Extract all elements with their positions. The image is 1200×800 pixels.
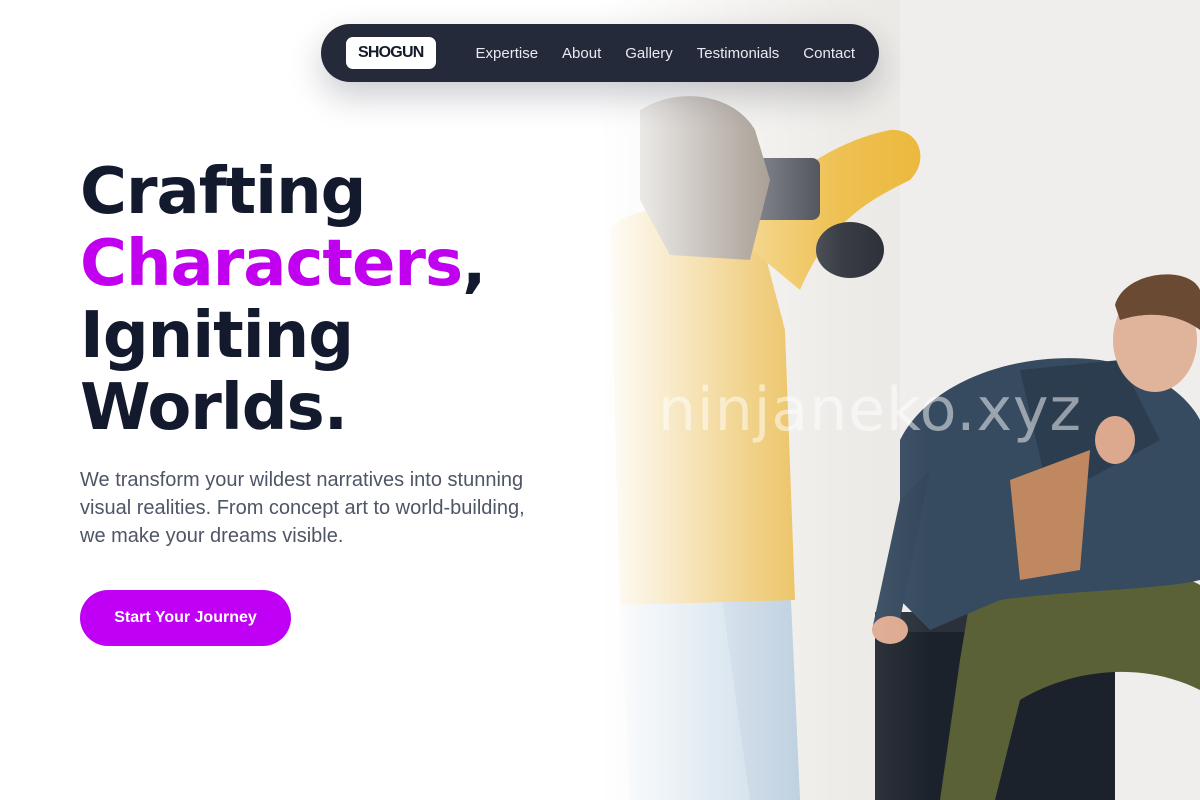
hero-photo: ninjaneko.xyz [600, 0, 1200, 800]
headline-line-3: Igniting [80, 299, 354, 373]
watermark-text: ninjaneko.xyz [658, 375, 1082, 445]
headline-accent-word: Characters [80, 227, 463, 301]
model-left-hand [872, 616, 908, 644]
nav-link-contact[interactable]: Contact [803, 45, 855, 62]
top-navbar: SHOGUN Expertise About Gallery Testimoni… [321, 24, 879, 82]
camera-lens [816, 222, 884, 278]
landing-page: ninjaneko.xyz SHOGUN Expertise About Gal… [0, 0, 1200, 800]
start-journey-button[interactable]: Start Your Journey [80, 590, 291, 646]
headline-line-1: Crafting [80, 155, 366, 229]
hero-subtext: We transform your wildest narratives int… [80, 469, 525, 547]
nav-link-about[interactable]: About [562, 45, 601, 62]
model-hand [1095, 416, 1135, 464]
headline-line-4: Worlds. [80, 371, 348, 445]
nav-link-testimonials[interactable]: Testimonials [697, 45, 780, 62]
nav-link-expertise[interactable]: Expertise [476, 45, 539, 62]
headline-line-2: Characters, [80, 227, 486, 301]
hero-headline: Crafting Characters, Igniting Worlds. [80, 155, 486, 445]
brand-logo[interactable]: SHOGUN [346, 37, 436, 69]
headline-comma: , [462, 227, 486, 301]
nav-links: Expertise About Gallery Testimonials Con… [476, 45, 855, 62]
nav-link-gallery[interactable]: Gallery [625, 45, 673, 62]
